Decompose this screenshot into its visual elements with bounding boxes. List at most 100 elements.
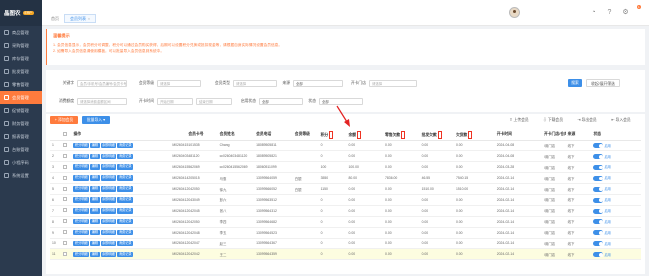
row-action-button[interactable]: 积分明细	[73, 251, 90, 258]
column-header[interactable]: 开卡时间	[494, 130, 543, 141]
status-toggle[interactable]	[593, 219, 604, 225]
row-checkbox[interactable]	[60, 140, 72, 152]
column-header[interactable]: 状态	[591, 130, 641, 141]
column-header[interactable]: 零售欠款	[383, 130, 420, 141]
row-action-button[interactable]: 消费记录	[117, 197, 134, 203]
column-header[interactable]: 来源	[565, 130, 592, 141]
search-button[interactable]: 搜索	[568, 79, 582, 87]
column-header[interactable]: 余额	[346, 130, 384, 141]
column-header[interactable]: 操作	[71, 130, 171, 141]
row-action-button[interactable]: 积分明细	[73, 142, 90, 149]
row-action-button[interactable]: 编辑	[90, 251, 100, 258]
row-action-button[interactable]: 消费记录	[117, 208, 134, 214]
row-action-button[interactable]: 积分明细	[73, 164, 90, 170]
sidebar-item[interactable]: 零售管理	[0, 78, 42, 91]
row-action-button[interactable]: 编辑	[90, 175, 100, 181]
row-action-button[interactable]: 积分明细	[73, 218, 90, 225]
sidebar-item[interactable]: 小程序码	[0, 156, 42, 169]
row-action-button[interactable]: 余额明细	[100, 164, 117, 170]
row-action-button[interactable]: 余额明细	[100, 197, 117, 203]
status-toggle[interactable]	[593, 208, 604, 214]
row-checkbox[interactable]	[60, 238, 72, 250]
sidebar-item[interactable]: 系统设置	[0, 169, 42, 182]
status-cell[interactable]: 启用	[591, 227, 641, 239]
row-action-button[interactable]: 余额明细	[100, 142, 117, 149]
sidebar-item[interactable]: 促销管理	[0, 104, 42, 117]
tab-home[interactable]: 首页	[46, 14, 64, 23]
status-toggle[interactable]	[593, 252, 604, 258]
row-action-button[interactable]: 余额明细	[100, 240, 117, 247]
tab-member-list[interactable]: 会员列表 ×	[64, 14, 97, 23]
status-cell[interactable]: 启用	[591, 216, 641, 228]
column-header[interactable]: 会员电话	[254, 130, 293, 141]
column-header[interactable]: 会员卡号	[170, 130, 218, 141]
status-toggle[interactable]	[593, 154, 604, 160]
row-action-button[interactable]: 编辑	[90, 186, 100, 192]
table-row[interactable]: 10 积分明细 编辑 余额明细 消费记录 M0260412042047 赵三 13099564…	[50, 238, 641, 250]
status-cell[interactable]: 启用	[591, 238, 641, 250]
status-cell[interactable]: 启用	[591, 194, 641, 206]
store-select[interactable]: 请选择	[369, 80, 417, 87]
row-checkbox[interactable]	[60, 183, 72, 195]
table-row[interactable]: 4 积分明细 编辑 余额明细 消费记录 M0260414205015 马惠 130995640…	[50, 172, 641, 185]
close-icon[interactable]: ×	[88, 17, 90, 21]
table-row[interactable]: 6 积分明细 编辑 余额明细 消费记录 M0260412043049 彭六 130995635…	[50, 194, 641, 206]
sidebar-item[interactable]: 商品管理	[0, 26, 42, 39]
level-select[interactable]: 请选择	[157, 80, 201, 87]
download-member-button[interactable]: ⇩ 下载会员	[538, 116, 568, 124]
row-action-button[interactable]: 余额明细	[100, 186, 117, 192]
table-row[interactable]: 5 积分明细 编辑 余额明细 消费记录 M0260412042050 徐九 130995660…	[50, 183, 641, 195]
sidebar-item[interactable]: 台账管理	[0, 143, 42, 156]
row-action-button[interactable]: 消费记录	[117, 175, 134, 181]
row-action-button[interactable]: 积分明细	[73, 240, 90, 247]
row-action-button[interactable]: 余额明细	[100, 229, 117, 236]
column-header[interactable]: 批发欠款	[419, 130, 454, 141]
status-toggle[interactable]	[593, 143, 604, 149]
row-action-button[interactable]: 编辑	[90, 218, 100, 225]
status-cell[interactable]: 启用	[591, 161, 641, 174]
row-action-button[interactable]: 编辑	[90, 229, 100, 236]
row-action-button[interactable]: 编辑	[90, 197, 100, 203]
select-all-checkbox[interactable]	[60, 130, 72, 141]
status-toggle[interactable]	[593, 186, 604, 192]
keyword-input[interactable]: 会员/手机号/会员编号/会员卡号	[77, 80, 127, 87]
row-action-button[interactable]: 积分明细	[73, 175, 90, 181]
column-header[interactable]: 积分	[318, 130, 347, 141]
row-action-button[interactable]: 编辑	[90, 153, 100, 160]
start-date-input[interactable]: 开始日期	[157, 98, 193, 105]
row-action-button[interactable]: 积分明细	[73, 229, 90, 236]
batch-import-button[interactable]: 批量导入 ▾	[82, 116, 110, 124]
row-action-button[interactable]: 余额明细	[100, 153, 117, 160]
status-toggle[interactable]	[593, 175, 604, 181]
status-toggle[interactable]	[593, 241, 604, 247]
sidebar-item[interactable]: 报表管理	[0, 130, 42, 143]
status-toggle[interactable]	[593, 197, 604, 203]
sidebar-item[interactable]: 会员管理	[0, 91, 42, 104]
status-toggle[interactable]	[593, 230, 604, 236]
row-action-button[interactable]: 余额明细	[100, 175, 117, 181]
row-action-button[interactable]: 消费记录	[117, 142, 134, 149]
logo[interactable]: 晶图农 ERP	[0, 0, 42, 26]
bell-icon[interactable]: ◔	[589, 8, 598, 17]
toggle-filter-button[interactable]: 收起/展开筛选	[586, 79, 620, 87]
status-cell[interactable]: 启用	[591, 205, 641, 217]
status-cell[interactable]: 启用	[591, 248, 641, 261]
settings-icon[interactable]: ⚙	[621, 8, 630, 17]
sidebar-item[interactable]: 财务管理	[0, 117, 42, 130]
avatar[interactable]	[509, 7, 520, 18]
row-action-button[interactable]: 编辑	[90, 142, 100, 149]
row-checkbox[interactable]	[60, 172, 72, 185]
sidebar-item[interactable]: 采购管理	[0, 39, 42, 52]
row-action-button[interactable]: 余额明细	[100, 218, 117, 225]
export-member-button[interactable]: ⇥ 导出会员	[572, 116, 602, 124]
table-row[interactable]: 8 积分明细 编辑 余额明细 消费记录 M0260412042050 李四 130995646…	[50, 216, 641, 228]
table-row[interactable]: 3 积分明细 编辑 余额明细 消费记录 M0260415562069 cc026041556…	[50, 161, 641, 174]
status-toggle[interactable]	[593, 165, 604, 171]
status-cell[interactable]: 启用	[591, 150, 641, 163]
row-action-button[interactable]: 积分明细	[73, 208, 90, 214]
row-action-button[interactable]: 编辑	[90, 208, 100, 214]
row-checkbox[interactable]	[60, 150, 72, 163]
row-action-button[interactable]: 消费记录	[117, 229, 134, 236]
table-row[interactable]: 7 积分明细 编辑 余额明细 消费记录 M0260412042045 张八 130995643…	[50, 205, 641, 217]
row-checkbox[interactable]	[60, 194, 72, 206]
